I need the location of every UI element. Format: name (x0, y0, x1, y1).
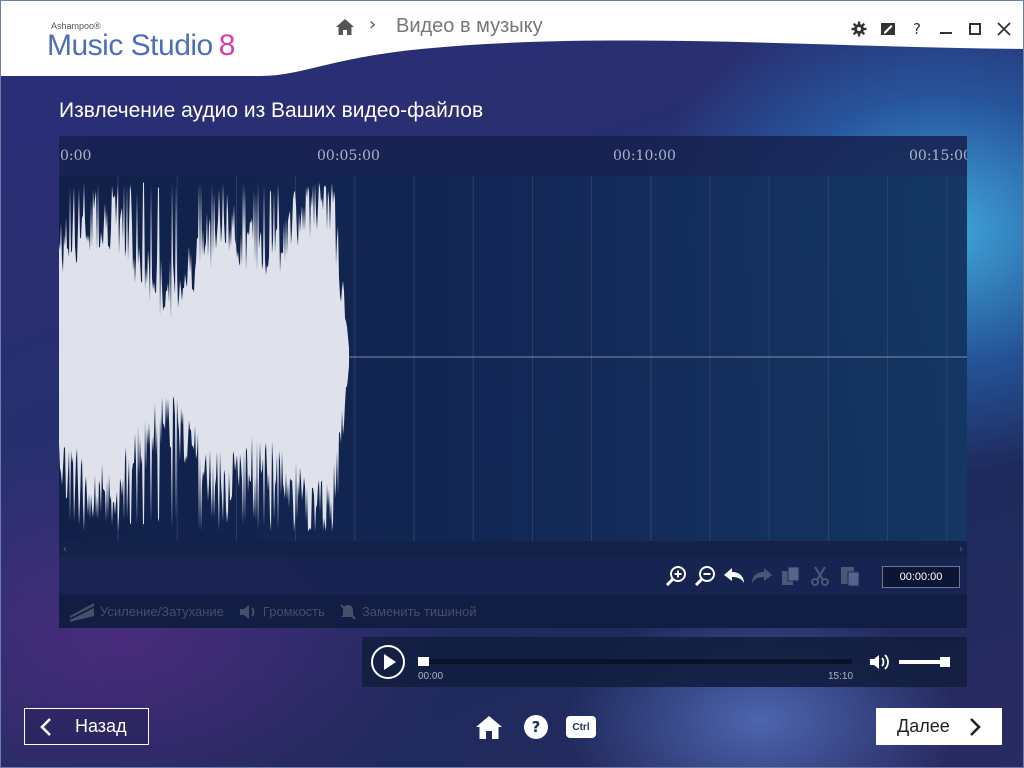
edit-icon (881, 23, 895, 35)
help-round-button[interactable]: ? (521, 712, 551, 742)
window-controls: ? (850, 19, 1013, 39)
silence-effect-button[interactable]: Заменить тишиной (339, 603, 477, 621)
timeline-ruler[interactable]: 0:00 00:05:00 00:10:00 00:15:00 (59, 136, 967, 176)
title-bar: Ashampoo® Music Studio 8 › Видео в музыку (1, 1, 1023, 76)
silence-effect-label: Заменить тишиной (361, 604, 477, 619)
page-heading: Извлечение аудио из Ваших видео-файлов (59, 99, 484, 122)
fade-effect-label: Усиление/Затухание (100, 604, 224, 619)
next-button-label: Далее (897, 716, 950, 736)
redo-button[interactable] (750, 564, 774, 588)
close-button[interactable] (995, 20, 1013, 38)
play-button[interactable] (371, 645, 405, 679)
next-button[interactable]: Далее (876, 708, 1002, 745)
scissors-icon (811, 566, 829, 586)
fade-icon (70, 602, 94, 622)
help-button[interactable]: ? (908, 20, 926, 38)
chevron-right-icon (969, 717, 981, 736)
timeline-tick: 00:05:00 (317, 148, 380, 164)
app-window: Ashampoo® Music Studio 8 › Видео в музыку (0, 0, 1024, 768)
volume-effect-label: Громкость (262, 604, 325, 619)
zoom-in-button[interactable] (664, 564, 688, 588)
breadcrumb-title: Видео в музыку (396, 15, 543, 37)
zoom-in-icon (665, 566, 686, 587)
minimize-button[interactable] (937, 20, 955, 38)
paste-button[interactable] (838, 564, 862, 588)
cut-button[interactable] (808, 564, 832, 588)
minimize-icon (940, 32, 952, 34)
shortcuts-button[interactable]: Ctrl (566, 712, 596, 742)
scroll-right-arrow[interactable]: › (959, 544, 963, 555)
audio-editor: 0:00 00:05:00 00:10:00 00:15:00 ‹ › 00:0… (59, 136, 967, 628)
waveform (59, 176, 967, 541)
settings-button[interactable] (850, 20, 868, 38)
app-version: 8 (218, 29, 236, 62)
horizontal-scrollbar[interactable]: ‹ › (59, 541, 967, 557)
back-button[interactable]: Назад (24, 708, 149, 745)
feedback-button[interactable] (879, 20, 897, 38)
volume-handle[interactable] (939, 657, 950, 667)
timeline-tick: 00:15:00 (909, 148, 967, 164)
back-button-label: Назад (75, 716, 127, 736)
waveform-area[interactable] (59, 176, 967, 541)
copy-button[interactable] (779, 564, 803, 588)
maximize-button[interactable] (966, 20, 984, 38)
volume-effect-button[interactable]: Громкость (238, 603, 325, 621)
edit-toolbar: 00:00:00 (59, 557, 967, 595)
mute-icon (340, 603, 356, 620)
zoom-out-icon (694, 566, 715, 587)
app-name: Music Studio (47, 29, 213, 62)
maximize-icon (969, 23, 981, 35)
volume-level (899, 660, 942, 664)
breadcrumb-separator: › (369, 14, 377, 35)
close-icon (997, 22, 1011, 36)
gear-icon (851, 21, 867, 37)
home-icon (336, 19, 354, 35)
player-volume-button[interactable] (868, 653, 890, 671)
fade-effect-button[interactable]: Усиление/Затухание (69, 602, 224, 622)
player-position: 00:00 (418, 671, 444, 682)
paste-icon (841, 567, 860, 587)
help-icon: ? (524, 715, 548, 739)
undo-icon (724, 568, 744, 583)
chevron-left-icon (40, 717, 51, 736)
home-button[interactable] (474, 712, 504, 742)
player-duration: 15:10 (828, 671, 854, 682)
home-icon (476, 716, 502, 739)
speaker-icon (870, 654, 889, 670)
timeline-tick: 00:10:00 (613, 148, 676, 164)
ctrl-key-icon: Ctrl (566, 716, 596, 738)
effects-bar: Усиление/Затухание Громкость Заменить ти… (59, 595, 967, 628)
seek-bar[interactable] (418, 659, 852, 664)
undo-button[interactable] (722, 564, 746, 588)
zoom-out-button[interactable] (693, 564, 717, 588)
app-logo: Music Studio 8 (47, 29, 235, 63)
current-time-display[interactable]: 00:00:00 (882, 566, 960, 588)
copy-icon (782, 566, 800, 585)
timeline-tick: 0:00 (60, 148, 92, 164)
audio-player: 00:00 15:10 (362, 637, 967, 687)
scroll-left-arrow[interactable]: ‹ (63, 544, 67, 555)
seek-handle[interactable] (418, 657, 429, 666)
redo-icon (752, 568, 772, 583)
home-breadcrumb-icon[interactable] (334, 16, 356, 38)
volume-icon (239, 604, 255, 619)
waveform-shape (59, 182, 349, 532)
